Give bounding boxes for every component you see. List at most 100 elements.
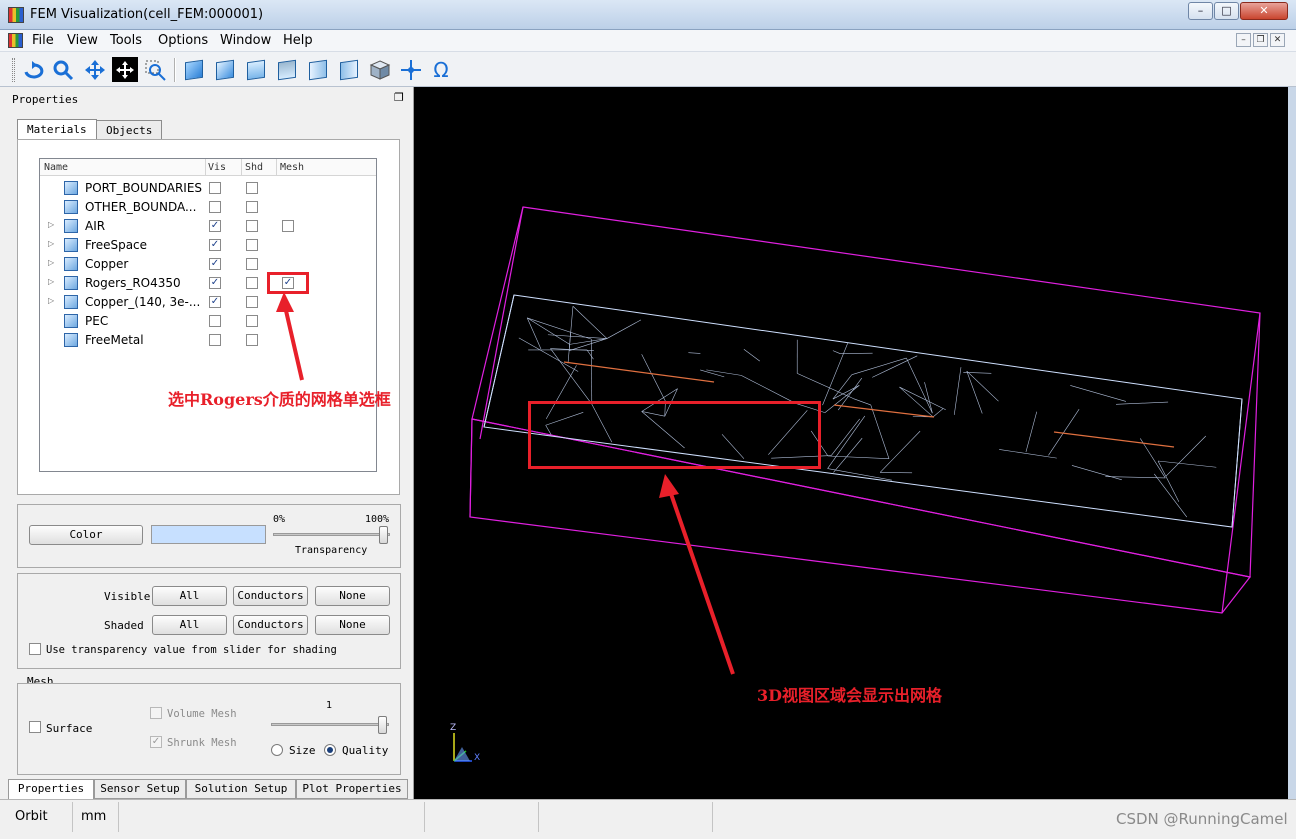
tab-objects[interactable]: Objects bbox=[96, 120, 163, 140]
transparency-slider-thumb[interactable] bbox=[379, 526, 389, 544]
visible-all-button[interactable]: All bbox=[152, 586, 227, 606]
material-row[interactable]: OTHER_BOUNDA... bbox=[40, 198, 376, 217]
material-row[interactable]: ▷ Copper ✓ bbox=[40, 255, 376, 274]
vis-checkbox[interactable]: ✓ bbox=[209, 296, 221, 308]
shd-checkbox[interactable] bbox=[246, 296, 258, 308]
shd-checkbox[interactable] bbox=[246, 258, 258, 270]
material-icon bbox=[64, 238, 78, 252]
vis-checkbox[interactable]: ✓ bbox=[209, 220, 221, 232]
rotate-icon[interactable] bbox=[20, 57, 46, 82]
vis-checkbox[interactable] bbox=[209, 201, 221, 213]
mesh-checkbox[interactable] bbox=[282, 220, 294, 232]
view-left-icon[interactable] bbox=[305, 57, 331, 82]
surface-checkbox[interactable] bbox=[29, 721, 41, 733]
toolbar-grip[interactable] bbox=[12, 58, 15, 82]
mdi-close-button[interactable]: ✕ bbox=[1270, 33, 1285, 47]
mesh-edge bbox=[1116, 401, 1169, 405]
mesh-edge bbox=[1157, 460, 1180, 502]
shd-checkbox[interactable] bbox=[246, 220, 258, 232]
tab-plot-properties[interactable]: Plot Properties bbox=[296, 779, 408, 799]
view-top-icon[interactable] bbox=[243, 57, 269, 82]
mdi-restore-button[interactable]: ❐ bbox=[1253, 33, 1268, 47]
shd-checkbox[interactable] bbox=[246, 182, 258, 194]
shd-checkbox[interactable] bbox=[246, 315, 258, 327]
visible-conductors-button[interactable]: Conductors bbox=[233, 586, 308, 606]
shd-checkbox[interactable] bbox=[246, 277, 258, 289]
status-divider bbox=[424, 802, 425, 832]
column-mesh[interactable]: Mesh bbox=[280, 162, 304, 173]
shaded-all-button[interactable]: All bbox=[152, 615, 227, 635]
view-right-icon[interactable] bbox=[336, 57, 362, 82]
material-row[interactable]: ▷ FreeSpace ✓ bbox=[40, 236, 376, 255]
volume-mesh-checkbox[interactable] bbox=[150, 707, 162, 719]
visible-none-button[interactable]: None bbox=[315, 586, 390, 606]
expand-arrow-icon[interactable]: ▷ bbox=[48, 277, 54, 286]
select-icon[interactable] bbox=[112, 57, 138, 82]
tab-solution-setup[interactable]: Solution Setup bbox=[186, 779, 296, 799]
menu-file[interactable]: File bbox=[32, 33, 54, 48]
zoom-icon[interactable] bbox=[50, 57, 76, 82]
menu-tools[interactable]: Tools bbox=[110, 33, 142, 48]
column-name[interactable]: Name bbox=[44, 162, 68, 173]
annotation-highlight-mesh bbox=[528, 401, 821, 469]
color-swatch[interactable] bbox=[151, 525, 266, 544]
tab-properties[interactable]: Properties bbox=[8, 779, 94, 799]
mesh-edge bbox=[572, 306, 608, 339]
mesh-slider-track[interactable] bbox=[271, 723, 389, 726]
size-radio[interactable] bbox=[271, 744, 283, 756]
shd-checkbox[interactable] bbox=[246, 334, 258, 346]
expand-arrow-icon[interactable]: ▷ bbox=[48, 258, 54, 267]
shaded-none-button[interactable]: None bbox=[315, 615, 390, 635]
expand-arrow-icon[interactable]: ▷ bbox=[48, 220, 54, 229]
menu-options[interactable]: Options bbox=[158, 33, 208, 48]
view-front-icon[interactable] bbox=[181, 57, 207, 82]
color-button[interactable]: Color bbox=[29, 525, 143, 545]
mdi-minimize-button[interactable]: – bbox=[1236, 33, 1251, 47]
use-transparency-checkbox[interactable] bbox=[29, 643, 41, 655]
title-bar[interactable]: FEM Visualization(cell_FEM:000001) – □ ✕ bbox=[0, 0, 1296, 30]
menu-help[interactable]: Help bbox=[283, 33, 313, 48]
material-row[interactable]: PORT_BOUNDARIES bbox=[40, 179, 376, 198]
column-vis[interactable]: Vis bbox=[208, 162, 226, 173]
menu-view[interactable]: View bbox=[67, 33, 98, 48]
tab-materials[interactable]: Materials bbox=[17, 119, 97, 141]
mesh-edge bbox=[853, 398, 871, 406]
vis-checkbox[interactable]: ✓ bbox=[209, 277, 221, 289]
expand-arrow-icon[interactable]: ▷ bbox=[48, 239, 54, 248]
shd-checkbox[interactable] bbox=[246, 239, 258, 251]
vis-checkbox[interactable] bbox=[209, 334, 221, 346]
crosshair-icon[interactable] bbox=[398, 57, 424, 82]
shaded-conductors-button[interactable]: Conductors bbox=[233, 615, 308, 635]
mesh-edge bbox=[833, 437, 863, 473]
vis-checkbox[interactable] bbox=[209, 182, 221, 194]
float-panel-button[interactable]: ❐ bbox=[394, 91, 404, 104]
material-row[interactable]: ▷ AIR ✓ bbox=[40, 217, 376, 236]
close-button[interactable]: ✕ bbox=[1240, 2, 1288, 20]
column-shd[interactable]: Shd bbox=[245, 162, 263, 173]
shrunk-mesh-checkbox[interactable]: ✓ bbox=[150, 736, 162, 748]
maximize-button[interactable]: □ bbox=[1214, 2, 1239, 20]
mesh-edge bbox=[879, 430, 921, 473]
transparency-slider-track[interactable] bbox=[273, 533, 390, 536]
vis-checkbox[interactable]: ✓ bbox=[209, 239, 221, 251]
mesh-edge bbox=[832, 385, 860, 400]
view-iso-icon[interactable] bbox=[367, 57, 393, 82]
material-icon bbox=[64, 181, 78, 195]
quality-radio[interactable] bbox=[324, 744, 336, 756]
view-back-icon[interactable] bbox=[212, 57, 238, 82]
zoom-window-icon[interactable] bbox=[142, 57, 168, 82]
column-divider bbox=[241, 159, 242, 176]
menu-window[interactable]: Window bbox=[220, 33, 271, 48]
mesh-edge bbox=[924, 382, 933, 414]
expand-arrow-icon[interactable]: ▷ bbox=[48, 296, 54, 305]
view-bottom-icon[interactable] bbox=[274, 57, 300, 82]
omega-icon[interactable]: Ω bbox=[428, 57, 454, 82]
pan-icon[interactable] bbox=[82, 57, 108, 82]
vis-checkbox[interactable]: ✓ bbox=[209, 258, 221, 270]
shd-checkbox[interactable] bbox=[246, 201, 258, 213]
vis-checkbox[interactable] bbox=[209, 315, 221, 327]
mesh-edge bbox=[706, 369, 742, 376]
minimize-button[interactable]: – bbox=[1188, 2, 1213, 20]
mesh-slider-thumb[interactable] bbox=[378, 716, 387, 734]
tab-sensor-setup[interactable]: Sensor Setup bbox=[94, 779, 186, 799]
